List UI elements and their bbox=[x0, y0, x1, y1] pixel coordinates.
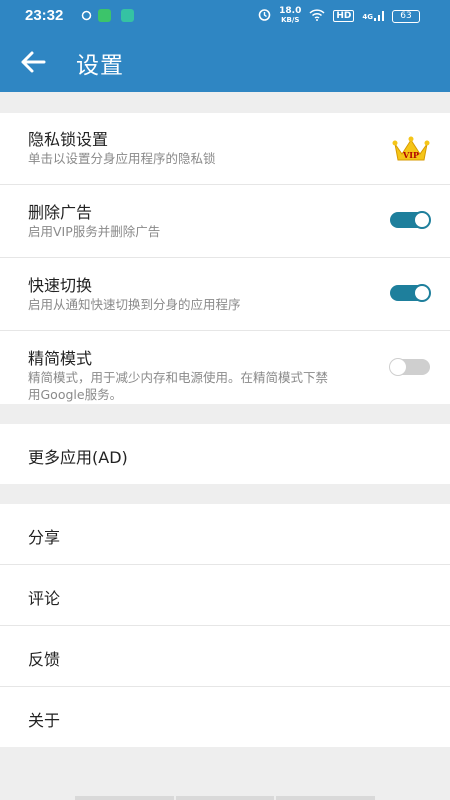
lite-mode-row[interactable]: 精简模式 精简模式，用于减少内存和电源使用。在精简模式下禁 用Google服务。 bbox=[0, 331, 450, 405]
crown-vip-icon: VIP bbox=[392, 134, 430, 164]
privacy-lock-label: 隐私锁设置 bbox=[28, 130, 109, 149]
quick-switch-row[interactable]: 快速切换 启用从通知快速切换到分身的应用程序 bbox=[0, 258, 450, 331]
message-app-icon bbox=[98, 9, 111, 22]
remove-ads-label: 删除广告 bbox=[28, 203, 93, 222]
more-apps-label: 更多应用(AD) bbox=[28, 448, 128, 467]
lite-mode-sub-line2: 用Google服务。 bbox=[28, 387, 123, 402]
alarm-icon bbox=[258, 8, 271, 24]
review-row[interactable]: 评论 bbox=[0, 565, 450, 626]
privacy-lock-row[interactable]: 隐私锁设置 单击以设置分身应用程序的隐私锁 VIP bbox=[0, 113, 450, 185]
share-row[interactable]: 分享 bbox=[0, 504, 450, 565]
gesture-bar[interactable] bbox=[75, 796, 376, 800]
notification-icon bbox=[80, 9, 93, 22]
more-apps-row[interactable]: 更多应用(AD) bbox=[0, 424, 450, 484]
misc-card: 分享 评论 反馈 关于 bbox=[0, 504, 450, 747]
svg-text:VIP: VIP bbox=[402, 150, 419, 160]
quick-switch-toggle[interactable] bbox=[390, 284, 431, 302]
more-apps-card: 更多应用(AD) bbox=[0, 424, 450, 484]
quick-switch-sub: 启用从通知快速切换到分身的应用程序 bbox=[28, 297, 241, 312]
quick-switch-label: 快速切换 bbox=[28, 276, 93, 295]
remove-ads-row[interactable]: 删除广告 启用VIP服务并删除广告 bbox=[0, 185, 450, 258]
signal-indicator: 4G bbox=[362, 11, 384, 21]
lite-mode-toggle[interactable] bbox=[389, 358, 430, 376]
remove-ads-toggle[interactable] bbox=[390, 211, 431, 229]
net-speed: 18.0 KB/S bbox=[279, 6, 302, 25]
wifi-icon bbox=[309, 8, 325, 24]
feedback-label: 反馈 bbox=[28, 650, 61, 669]
page-title: 设置 bbox=[76, 53, 124, 79]
about-label: 关于 bbox=[28, 711, 61, 730]
status-right: 18.0 KB/S HD 4G 63 bbox=[258, 7, 420, 25]
lite-mode-label: 精简模式 bbox=[28, 349, 93, 368]
status-bar: 23:32 18.0 KB/S HD 4G 63 bbox=[0, 0, 450, 32]
app-bar: 设置 bbox=[0, 32, 450, 92]
about-row[interactable]: 关于 bbox=[0, 687, 450, 747]
battery-icon: 63 bbox=[392, 9, 420, 23]
status-time: 23:32 bbox=[25, 7, 64, 24]
privacy-lock-sub: 单击以设置分身应用程序的隐私锁 bbox=[28, 151, 216, 166]
hd-badge: HD bbox=[333, 10, 355, 22]
review-label: 评论 bbox=[28, 589, 61, 608]
back-arrow-icon[interactable] bbox=[18, 47, 48, 77]
lite-mode-sub-line1: 精简模式，用于减少内存和电源使用。在精简模式下禁 bbox=[28, 370, 329, 385]
feedback-row[interactable]: 反馈 bbox=[0, 626, 450, 687]
share-label: 分享 bbox=[28, 528, 61, 547]
settings-card: 隐私锁设置 单击以设置分身应用程序的隐私锁 VIP 删除广告 启用VIP服务并删… bbox=[0, 113, 450, 404]
chat-app-icon bbox=[121, 9, 134, 22]
remove-ads-sub: 启用VIP服务并删除广告 bbox=[28, 224, 161, 239]
